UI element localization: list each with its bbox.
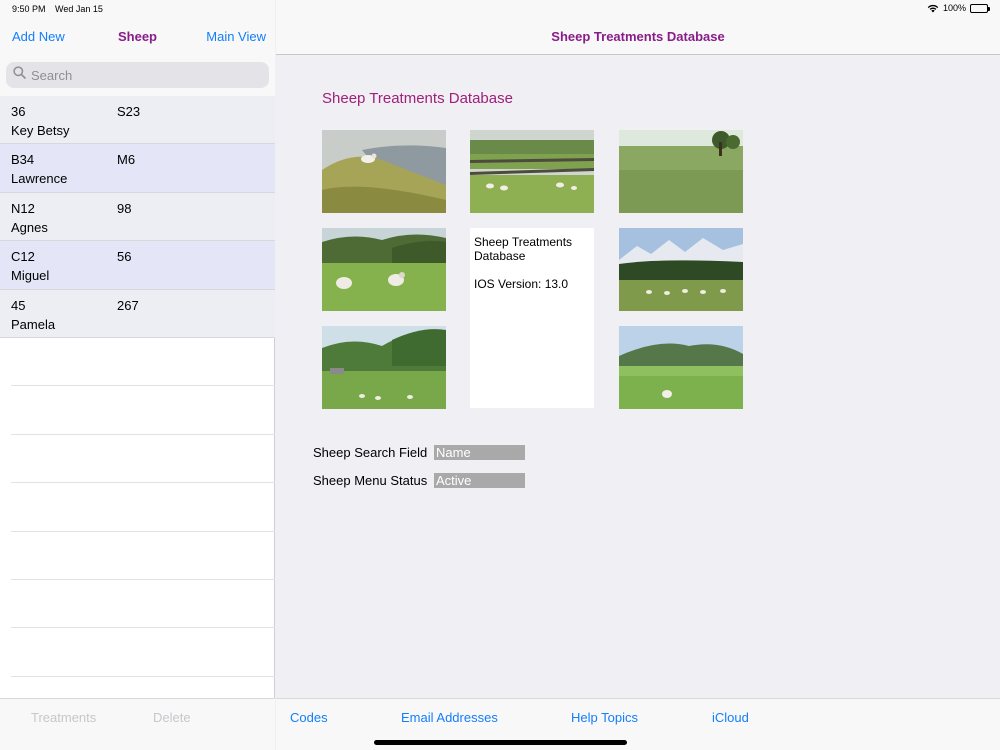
search-field-container[interactable] [6, 62, 269, 88]
list-item[interactable]: 36 S23 Key Betsy [0, 96, 275, 145]
sheep-tag: 36 [11, 104, 26, 119]
sheep-hillside-photo [322, 130, 446, 213]
sheep-name: Key Betsy [11, 123, 70, 138]
sheep-name: Agnes [11, 219, 48, 235]
list-item[interactable]: 45 267 Pamela [0, 289, 275, 338]
list-item[interactable]: C12 56 Miguel [0, 241, 275, 290]
master-pane: Add New Sheep Main View 36 S23 Key Betsy… [0, 0, 275, 750]
ios-version: IOS Version: 13.0 [474, 277, 569, 291]
status-time: 9:50 PM [12, 4, 46, 14]
search-icon [13, 66, 26, 84]
sheep-name: Miguel [11, 268, 50, 284]
battery-icon [970, 3, 990, 13]
info-panel: Sheep Treatments Database IOS Version: 1… [470, 228, 594, 408]
empty-row [11, 580, 275, 629]
empty-row [11, 338, 275, 387]
detail-nav-title: Sheep Treatments Database [551, 29, 725, 44]
sheep-list: 36 S23 Key Betsy B34 M6 Lawrence N12 98 … [0, 96, 275, 677]
sheep-name: Pamela [11, 316, 56, 332]
green-pasture-photo [619, 130, 743, 213]
icloud-button[interactable]: iCloud [712, 710, 749, 725]
status-bar: 9:50 PM Wed Jan 15 100% [0, 0, 1000, 18]
master-toolbar: Treatments Delete [0, 698, 275, 750]
delete-button[interactable]: Delete [153, 710, 191, 725]
empty-row [11, 532, 275, 580]
mountain-sheep-photo [619, 228, 743, 311]
sheep-code: S23 [117, 104, 141, 119]
sheep-meadow-photo [322, 228, 446, 311]
valley-flock-photo [322, 326, 446, 409]
help-topics-button[interactable]: Help Topics [571, 710, 638, 725]
list-item[interactable]: B34 M6 Lawrence [0, 144, 275, 193]
sheep-fields-photo [470, 130, 594, 213]
status-date: Wed Jan 15 [55, 4, 103, 14]
sheep-tag: 45 [11, 297, 26, 313]
content-title: Sheep Treatments Database [322, 90, 513, 107]
info-title: Sheep Treatments Database [474, 235, 573, 263]
menu-status-label: Sheep Menu Status [313, 473, 428, 488]
treatments-button[interactable]: Treatments [31, 710, 96, 725]
search-field-label: Sheep Search Field [313, 445, 428, 460]
email-addresses-button[interactable]: Email Addresses [401, 710, 498, 725]
sheep-tag: B34 [11, 152, 35, 168]
sheep-code: 98 [117, 200, 132, 216]
main-view-button[interactable]: Main View [206, 29, 266, 44]
sheep-tag: N12 [11, 200, 35, 216]
empty-row [11, 435, 275, 484]
wifi-icon [927, 4, 939, 13]
empty-row [11, 483, 275, 532]
list-item[interactable]: N12 98 Agnes [0, 192, 275, 242]
search-input[interactable] [31, 67, 251, 83]
search-bar [0, 55, 275, 96]
sheep-code: M6 [117, 152, 136, 168]
master-title: Sheep [117, 29, 157, 44]
sheep-code: 267 [117, 297, 139, 313]
empty-row [11, 386, 275, 435]
sheep-name: Lawrence [11, 171, 68, 187]
menu-status-value[interactable]: Active [434, 473, 525, 488]
add-new-button[interactable]: Add New [12, 29, 65, 44]
search-field-value[interactable]: Name [434, 445, 525, 460]
hill-pasture-photo [619, 326, 743, 409]
battery-percent: 100% [942, 3, 966, 13]
home-indicator[interactable] [374, 740, 627, 745]
codes-button[interactable]: Codes [290, 710, 328, 725]
empty-row [11, 628, 275, 677]
sheep-tag: C12 [11, 249, 35, 265]
sheep-code: 56 [117, 249, 132, 265]
